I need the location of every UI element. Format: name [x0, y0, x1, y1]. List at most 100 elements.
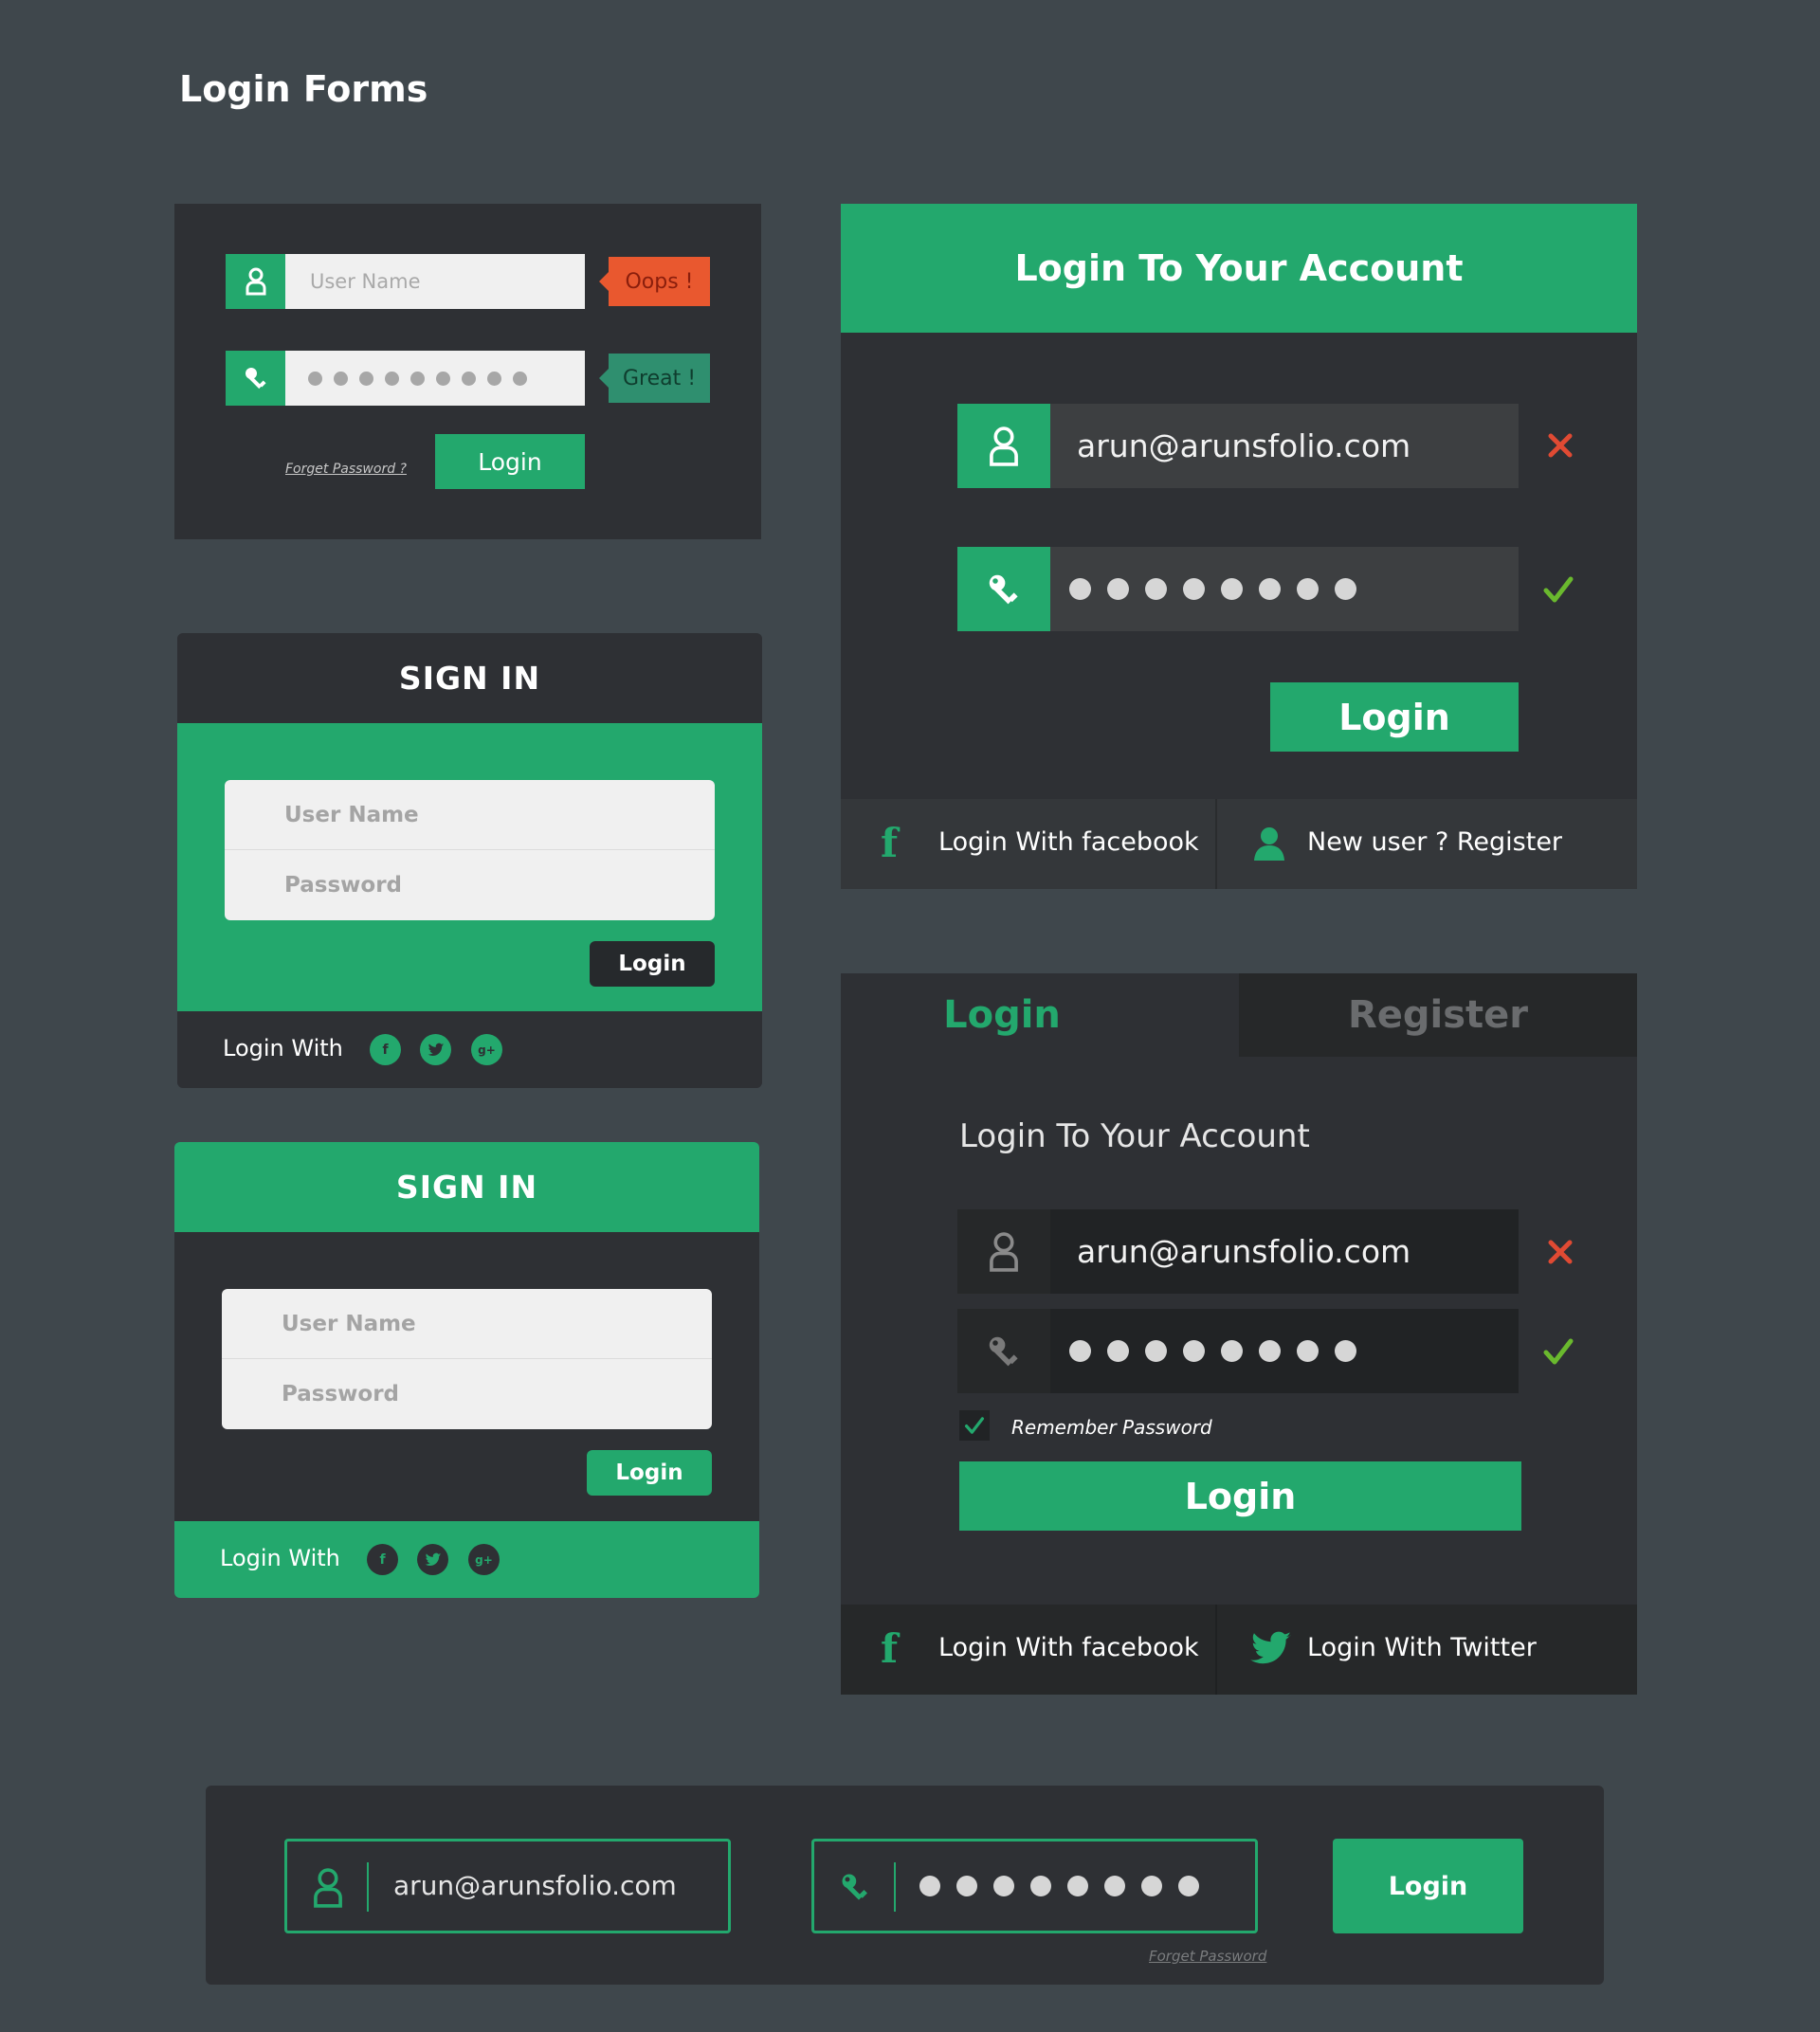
tab-login[interactable]: Login	[841, 973, 1239, 1057]
password-icon-box	[226, 351, 285, 406]
key-icon	[989, 1336, 1018, 1366]
username-input[interactable]: User Name	[222, 1289, 712, 1359]
tab-register[interactable]: Register	[1239, 973, 1637, 1057]
facebook-icon: f	[881, 820, 899, 866]
form-header: SIGN IN	[177, 633, 762, 723]
form-header-title: SIGN IN	[398, 660, 541, 697]
form-tabbed: Login Register Login To Your Account aru…	[841, 973, 1637, 1695]
key-icon	[842, 1874, 867, 1900]
form-header: SIGN IN	[174, 1142, 759, 1232]
forgot-password-link[interactable]: Forget Password	[1149, 1948, 1266, 1965]
tab-login-label: Login	[943, 993, 1061, 1037]
email-value: arun@arunsfolio.com	[393, 1870, 677, 1901]
username-input[interactable]: User Name	[285, 254, 585, 309]
google-plus-icon[interactable]: g+	[471, 1034, 502, 1065]
password-icon-box	[957, 547, 1050, 631]
check-icon	[1543, 1338, 1574, 1365]
user-icon	[314, 1868, 342, 1908]
login-button-label: Login	[1388, 1871, 1468, 1901]
login-with-label: Login With	[220, 1545, 340, 1571]
facebook-login-button[interactable]: f Login With facebook	[841, 1605, 1217, 1695]
login-button[interactable]: Login	[1333, 1839, 1523, 1933]
user-icon	[246, 267, 265, 296]
form-body: User Name Password Login	[177, 723, 762, 1011]
password-input[interactable]	[285, 351, 585, 406]
key-icon	[989, 574, 1018, 604]
login-with-label: Login With	[223, 1035, 343, 1061]
success-badge-text: Great !	[622, 366, 697, 390]
login-button-label: Login	[1338, 696, 1450, 738]
key-icon	[245, 368, 266, 390]
password-input[interactable]	[1050, 547, 1519, 631]
credentials-box: User Name Password	[225, 780, 715, 920]
form-inline: arun@arunsfolio.com Forget Password Logi…	[206, 1786, 1604, 1985]
twitter-icon[interactable]	[417, 1544, 448, 1575]
login-button[interactable]: Login	[959, 1461, 1521, 1531]
password-dots	[308, 351, 585, 406]
facebook-login-label: Login With facebook	[938, 1633, 1199, 1662]
form-signin-dark: SIGN IN User Name Password Login Login W…	[174, 1142, 759, 1598]
login-button[interactable]: Login	[435, 434, 585, 489]
login-button-label: Login	[478, 447, 542, 476]
username-placeholder: User Name	[310, 270, 421, 293]
error-badge: Oops !	[599, 257, 710, 306]
password-input[interactable]	[1050, 1309, 1519, 1393]
email-input[interactable]: arun@arunsfolio.com	[284, 1839, 731, 1933]
user-icon	[1254, 827, 1284, 861]
remember-label: Remember Password	[1011, 1416, 1212, 1439]
facebook-icon: f	[881, 1625, 899, 1672]
input-divider	[894, 1862, 896, 1912]
username-icon-box	[226, 254, 285, 309]
success-badge: Great !	[599, 354, 710, 403]
page-title: Login Forms	[179, 68, 428, 110]
email-icon-box	[957, 404, 1050, 488]
forgot-password-link[interactable]: Forget Password ?	[285, 462, 407, 477]
password-input[interactable]	[811, 1839, 1258, 1933]
checkmark-icon	[964, 1417, 985, 1434]
email-value: arun@arunsfolio.com	[1077, 427, 1411, 464]
password-input[interactable]: Password	[225, 850, 715, 920]
twitter-icon[interactable]	[420, 1034, 451, 1065]
error-badge-text: Oops !	[625, 269, 694, 294]
username-input[interactable]: User Name	[225, 780, 715, 850]
login-button-label: Login	[1184, 1475, 1297, 1517]
twitter-login-label: Login With Twitter	[1307, 1633, 1537, 1662]
email-input[interactable]: arun@arunsfolio.com	[1050, 404, 1519, 488]
login-button[interactable]: Login	[1270, 682, 1519, 752]
form-simple: User Name Oops ! Great ! Forget Password…	[174, 204, 761, 539]
login-button-label: Login	[618, 952, 686, 976]
user-icon	[990, 1231, 1018, 1272]
form-header-title: SIGN IN	[395, 1169, 538, 1206]
login-button-label: Login	[615, 1460, 683, 1485]
tab-register-label: Register	[1347, 993, 1529, 1037]
password-placeholder: Password	[284, 873, 402, 898]
form-header: Login To Your Account	[841, 204, 1637, 333]
user-icon	[990, 426, 1018, 466]
twitter-login-button[interactable]: Login With Twitter	[1219, 1605, 1637, 1695]
form-body: User Name Password Login	[174, 1232, 759, 1521]
facebook-login-button[interactable]: f Login With facebook	[841, 799, 1217, 889]
form-signin-green: SIGN IN User Name Password Login Login W…	[177, 633, 762, 1088]
remember-checkbox[interactable]	[959, 1410, 990, 1441]
email-value: arun@arunsfolio.com	[1077, 1233, 1411, 1270]
cross-icon	[1548, 1240, 1573, 1264]
login-button[interactable]: Login	[590, 941, 715, 987]
credentials-box: User Name Password	[222, 1289, 712, 1429]
form-subtitle: Login To Your Account	[959, 1117, 1310, 1155]
login-button[interactable]: Login	[587, 1450, 712, 1496]
username-placeholder: User Name	[284, 802, 419, 827]
facebook-login-label: Login With facebook	[938, 827, 1199, 857]
form-account: Login To Your Account arun@arunsfolio.co…	[841, 204, 1637, 889]
password-dots	[1069, 1309, 1519, 1393]
email-icon-box	[957, 1209, 1050, 1294]
form-footer: f Login With facebook New user ? Registe…	[841, 799, 1637, 889]
password-input[interactable]: Password	[222, 1359, 712, 1429]
password-dots	[919, 1842, 1199, 1931]
twitter-icon	[1250, 1631, 1291, 1664]
facebook-icon[interactable]: f	[367, 1544, 398, 1575]
register-link[interactable]: New user ? Register	[1219, 799, 1637, 889]
email-input[interactable]: arun@arunsfolio.com	[1050, 1209, 1519, 1294]
facebook-icon[interactable]: f	[370, 1034, 401, 1065]
google-plus-icon[interactable]: g+	[468, 1544, 500, 1575]
form-footer: f Login With facebook Login With Twitter	[841, 1605, 1637, 1695]
